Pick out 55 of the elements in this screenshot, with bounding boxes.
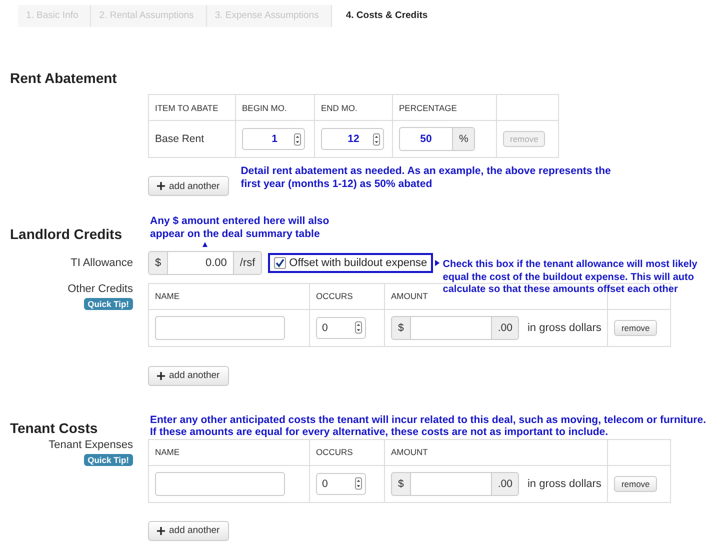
column-header: BEGIN MO. — [242, 102, 287, 112]
cents-addon: .00 — [490, 472, 520, 496]
percent-addon: % — [453, 128, 474, 150]
checkbox-label[interactable]: Offset with buildout expense — [289, 256, 428, 269]
check-icon — [275, 258, 286, 268]
dollar-addon: $ — [391, 316, 411, 340]
pointer-icon — [202, 242, 208, 247]
column-header: END MO. — [321, 102, 358, 112]
spinner-icon[interactable] — [355, 321, 362, 334]
spinner-icon[interactable] — [294, 132, 301, 146]
cents-addon: .00 — [490, 316, 520, 340]
unit-label: in gross dollars — [527, 478, 602, 490]
amount-input[interactable] — [410, 316, 491, 340]
plus-icon — [157, 182, 165, 190]
column-header: NAME — [155, 291, 180, 301]
amount-input[interactable] — [410, 472, 491, 496]
column-header: AMOUNT — [391, 291, 428, 301]
add-another-button[interactable]: add another — [148, 366, 229, 386]
plus-icon — [157, 372, 165, 380]
unit-label: in gross dollars — [527, 322, 602, 334]
quick-tip-badge[interactable]: Quick Tip! — [84, 454, 133, 466]
plus-icon — [157, 526, 165, 534]
occurs-input[interactable]: 0 — [316, 472, 366, 494]
section-heading: Tenant Costs — [9, 418, 99, 436]
remove-button[interactable]: remove — [614, 320, 657, 336]
occurs-input[interactable]: 0 — [316, 316, 366, 338]
section-heading: Landlord Credits — [9, 225, 124, 242]
item-name: Base Rent — [155, 133, 204, 145]
column-header: ITEM TO ABATE — [155, 102, 218, 112]
section-heading: Rent Abatement — [9, 70, 118, 86]
spinner-icon[interactable] — [373, 132, 380, 146]
name-input[interactable] — [155, 316, 285, 340]
annotation-text: Check this box if the tenant allowance will most likely equal the cost of the buildout expense. This will auto calculate so that these amounts offset each other — [442, 259, 698, 296]
name-input[interactable] — [155, 472, 285, 496]
field-label: TI Allowance — [70, 256, 133, 269]
field-label: Tenant Expenses — [48, 438, 133, 450]
field-label: Other Credits — [68, 282, 133, 294]
column-header: OCCURS — [316, 447, 353, 457]
column-header: AMOUNT — [391, 447, 428, 457]
quick-tip-badge[interactable]: Quick Tip! — [84, 298, 133, 310]
dollar-addon: $ — [391, 472, 411, 496]
spinner-icon[interactable] — [355, 477, 362, 490]
annotation-text: Any $ amount entered here will also appear on the deal summary table — [150, 215, 330, 240]
remove-button[interactable]: remove — [614, 476, 657, 492]
pointer-icon — [435, 258, 440, 267]
add-another-button[interactable]: add another — [148, 176, 229, 196]
dollar-addon: $ — [149, 252, 168, 274]
column-header: PERCENTAGE — [399, 102, 457, 112]
add-another-button[interactable]: add another — [148, 520, 229, 540]
column-header: OCCURS — [316, 291, 353, 301]
unit-addon: /rsf — [234, 252, 262, 274]
annotation-text: Enter any other anticipated costs the tenant will incur related to this deal, such as moving, telecom or furniture. If these amounts are equal for every alternative, these costs are not as important to include. — [150, 414, 708, 438]
column-header: NAME — [155, 447, 180, 457]
annotation-text: Detail rent abatement as needed. As an example, the above represents the first year (months 1-12) as 50% abated — [240, 165, 612, 190]
checkbox[interactable] — [274, 256, 286, 269]
